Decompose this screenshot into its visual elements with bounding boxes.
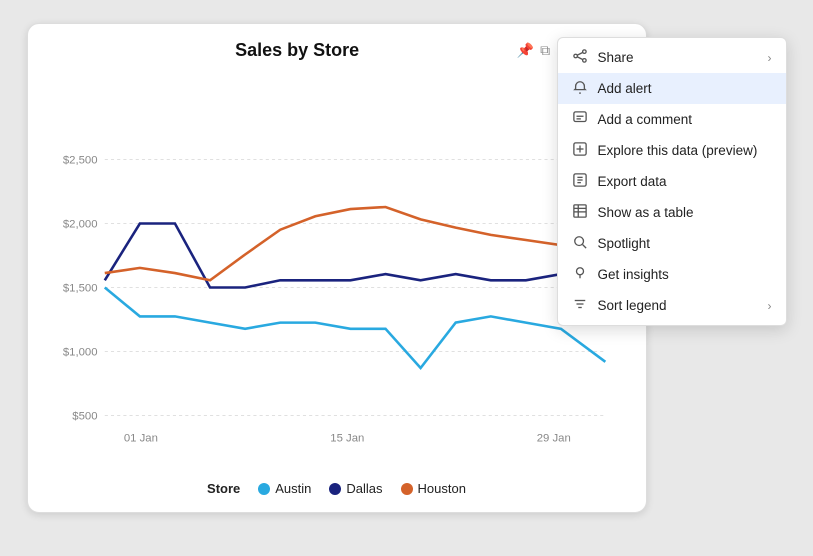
menu-item-add-alert[interactable]: Add alert [558, 73, 786, 104]
insights-icon [572, 266, 588, 283]
menu-label-export: Export data [598, 174, 667, 189]
legend-houston: Houston [401, 481, 466, 496]
houston-label: Houston [418, 481, 466, 496]
svg-text:$1,500: $1,500 [62, 283, 97, 295]
line-chart: $500 $1,000 $1,500 $2,000 $2,500 01 Jan … [48, 69, 626, 473]
dallas-label: Dallas [346, 481, 382, 496]
menu-label-add-comment: Add a comment [598, 112, 693, 127]
austin-label: Austin [275, 481, 311, 496]
svg-text:$2,000: $2,000 [62, 219, 97, 231]
store-legend-label: Store [207, 481, 240, 496]
svg-text:$1,000: $1,000 [62, 347, 97, 359]
svg-text:$500: $500 [72, 411, 97, 423]
menu-label-show-table: Show as a table [598, 205, 694, 220]
pin-icon[interactable]: 📌 [517, 42, 534, 59]
copy-icon[interactable]: ⧉ [540, 42, 550, 59]
svg-text:15 Jan: 15 Jan [330, 432, 364, 444]
menu-label-insights: Get insights [598, 267, 669, 282]
chart-card: Sales by Store 📌 ⧉ 🔔 ≡ ⊡ ··· [27, 23, 647, 513]
menu-item-spotlight[interactable]: Spotlight [558, 228, 786, 259]
menu-label-spotlight: Spotlight [598, 236, 651, 251]
menu-label-explore: Explore this data (preview) [598, 143, 758, 158]
houston-dot [401, 483, 413, 495]
menu-item-insights[interactable]: Get insights [558, 259, 786, 290]
legend-austin: Austin [258, 481, 311, 496]
share-icon [572, 49, 588, 66]
svg-text:29 Jan: 29 Jan [536, 432, 570, 444]
svg-text:$2,500: $2,500 [62, 155, 97, 167]
austin-line [104, 288, 605, 369]
menu-label-sort: Sort legend [598, 298, 667, 313]
menu-item-show-table[interactable]: Show as a table [558, 197, 786, 228]
dallas-dot [329, 483, 341, 495]
add-alert-icon [572, 80, 588, 97]
sort-chevron: › [768, 299, 772, 313]
chart-area: $500 $1,000 $1,500 $2,000 $2,500 01 Jan … [48, 69, 626, 473]
svg-text:01 Jan: 01 Jan [123, 432, 157, 444]
menu-item-add-comment[interactable]: Add a comment [558, 104, 786, 135]
share-chevron: › [768, 51, 772, 65]
export-icon [572, 173, 588, 190]
menu-label-add-alert: Add alert [598, 81, 652, 96]
spotlight-icon [572, 235, 588, 252]
context-menu: Share › Add alert [557, 37, 787, 326]
legend-dallas: Dallas [329, 481, 382, 496]
dallas-line [104, 224, 605, 288]
houston-line [104, 207, 605, 280]
add-comment-icon [572, 111, 588, 128]
menu-label-share: Share [598, 50, 634, 65]
sort-icon [572, 297, 588, 314]
austin-dot [258, 483, 270, 495]
menu-item-export[interactable]: Export data [558, 166, 786, 197]
explore-icon [572, 142, 588, 159]
table-icon [572, 204, 588, 221]
menu-item-share[interactable]: Share › [558, 42, 786, 73]
menu-item-explore-data[interactable]: Explore this data (preview) [558, 135, 786, 166]
chart-header: Sales by Store 📌 ⧉ 🔔 ≡ ⊡ ··· [48, 40, 626, 61]
menu-item-sort-legend[interactable]: Sort legend › [558, 290, 786, 321]
chart-legend: Store Austin Dallas Houston [48, 473, 626, 496]
chart-title: Sales by Store [78, 40, 517, 61]
